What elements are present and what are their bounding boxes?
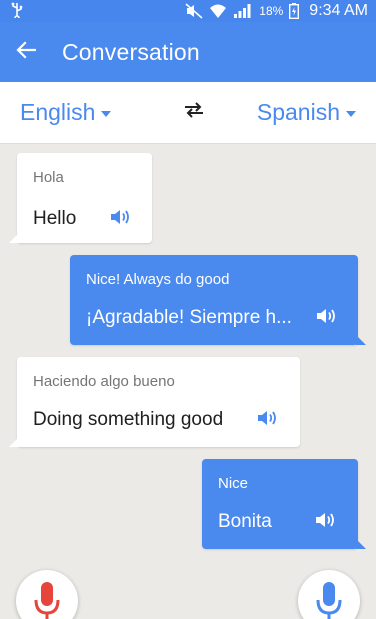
source-language-select[interactable]: English: [20, 99, 112, 126]
battery-icon: [289, 3, 300, 19]
mute-icon: [185, 3, 203, 19]
chevron-down-icon: [346, 110, 356, 117]
swap-languages-button[interactable]: [179, 98, 209, 128]
battery-percent: 18%: [259, 4, 284, 18]
original-text: Haciendo algo bueno: [33, 373, 175, 390]
target-language-label: Spanish: [256, 99, 340, 125]
page-title: Conversation: [62, 38, 200, 65]
microphone-icon: [33, 582, 61, 619]
bubble-tail: [9, 437, 19, 447]
source-mic-button[interactable]: [16, 570, 78, 619]
app-bar: Conversation: [0, 22, 376, 82]
signal-icon: [233, 3, 251, 19]
microphone-icon: [315, 582, 343, 619]
target-mic-button[interactable]: [298, 570, 360, 619]
original-text: Hola: [33, 169, 64, 186]
bubble-tail: [9, 233, 19, 243]
swap-icon: [183, 101, 205, 124]
usb-icon: [10, 2, 24, 21]
bubble-tail: [356, 335, 366, 345]
speak-button[interactable]: [314, 511, 338, 533]
original-text: Nice: [218, 475, 249, 492]
language-bar: English Spanish: [0, 82, 376, 144]
message-bubble-outgoing: Nice! Always do good ¡Agradable! Siempre…: [70, 255, 366, 345]
message-bubble-incoming: Haciendo algo bueno Doing something good: [9, 357, 300, 447]
bubble-tail: [356, 539, 366, 549]
translated-text: Bonita: [218, 511, 272, 532]
back-button[interactable]: [0, 22, 52, 82]
translated-text: Doing something good: [33, 409, 224, 430]
target-language-select[interactable]: Spanish: [257, 99, 356, 126]
translated-text: Hello: [33, 208, 77, 229]
speak-button[interactable]: [109, 208, 133, 230]
speaker-icon: [316, 307, 338, 330]
status-bar: 18% 9:34 AM: [0, 0, 376, 22]
speaker-icon: [315, 511, 337, 534]
original-text: Nice! Always do good: [86, 271, 230, 288]
speaker-icon: [257, 409, 279, 432]
translated-text: ¡Agradable! Siempre h...: [86, 307, 292, 328]
arrow-back-icon: [16, 40, 37, 64]
message-bubble-incoming: Hola Hello: [9, 153, 152, 243]
speaker-icon: [110, 208, 132, 231]
clock: 9:34 AM: [309, 2, 368, 19]
chevron-down-icon: [101, 110, 112, 117]
source-language-label: English: [20, 99, 96, 125]
speak-button[interactable]: [315, 307, 339, 329]
speak-button[interactable]: [256, 409, 280, 431]
message-bubble-outgoing: Nice Bonita: [202, 459, 366, 549]
wifi-icon: [209, 3, 227, 19]
